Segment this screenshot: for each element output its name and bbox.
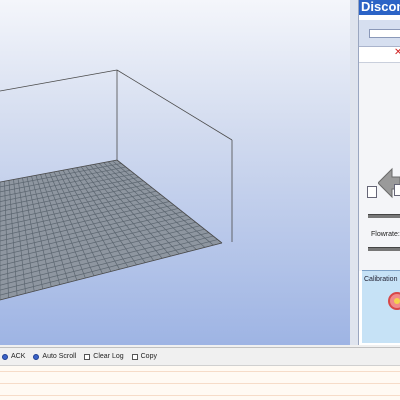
calibration-icon[interactable]: [388, 292, 400, 310]
ack-label: ACK: [11, 353, 26, 360]
port-input[interactable]: [369, 29, 400, 38]
panel-splitter[interactable]: [350, 0, 359, 345]
connection-header[interactable]: Discon: [359, 0, 400, 15]
clearlog-button[interactable]: Clear Log: [84, 353, 124, 360]
print-volume-view: [0, 69, 233, 301]
autoscroll-icon: [33, 353, 40, 360]
calibration-panel: Calibration: [362, 270, 400, 343]
3d-print-viewer[interactable]: [0, 0, 351, 345]
clearlog-label: Clear Log: [93, 353, 124, 360]
flowrate-slider[interactable]: [368, 247, 400, 251]
copy-icon: [131, 353, 138, 360]
extruder-icon[interactable]: [367, 186, 377, 198]
clearlog-icon: [84, 353, 91, 360]
print-bed: [0, 160, 222, 300]
copy-label: Copy: [140, 353, 157, 360]
copy-button[interactable]: Copy: [131, 353, 157, 360]
port-settings: [359, 20, 400, 47]
fan-icon[interactable]: [394, 184, 400, 196]
disconnect-icon[interactable]: ✕: [394, 48, 400, 58]
autoscroll-button[interactable]: Auto Scroll: [33, 353, 76, 360]
autoscroll-label: Auto Scroll: [42, 353, 77, 360]
calibration-label: Calibration: [364, 276, 398, 283]
log-area[interactable]: [0, 366, 400, 400]
ack-icon: [2, 353, 8, 360]
log-row: [0, 371, 400, 372]
log-row: [0, 383, 400, 384]
log-row: [0, 395, 400, 396]
log-toolbar: ACK Auto Scroll Clear Log Copy: [0, 347, 400, 366]
flowrate-label: Flowrate:: [371, 231, 400, 238]
jog-controls: [359, 62, 400, 271]
ack-button[interactable]: ACK: [2, 353, 25, 360]
speed-slider[interactable]: [368, 214, 400, 218]
